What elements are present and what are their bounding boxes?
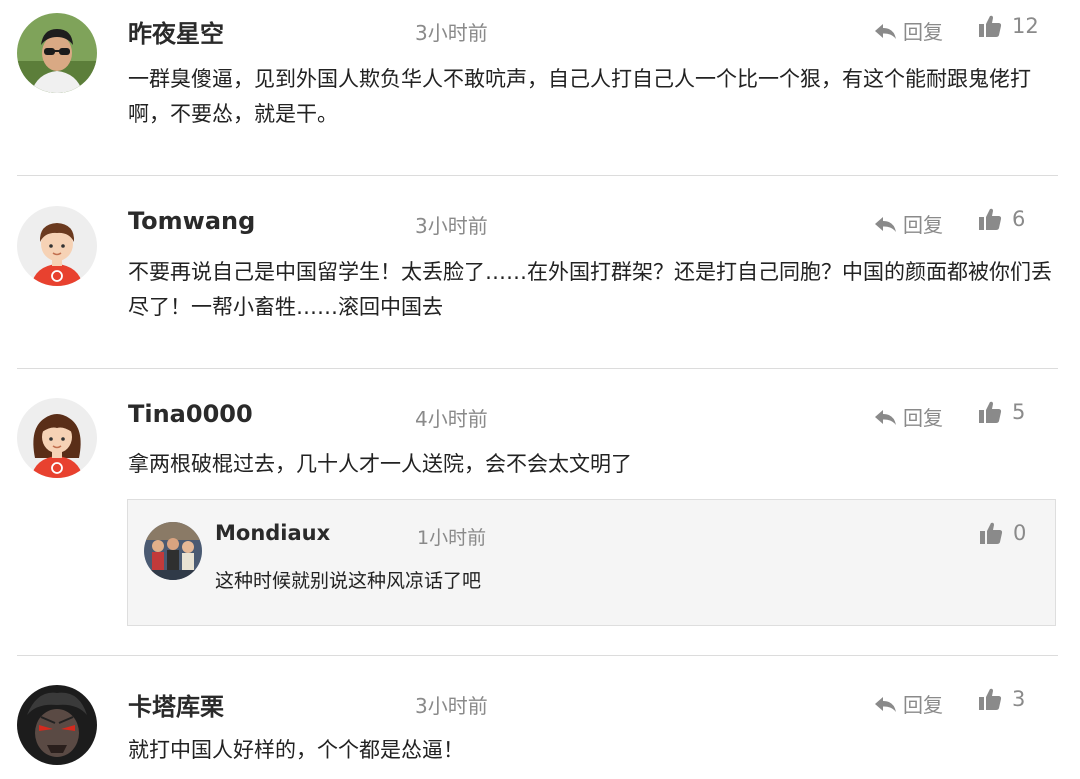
timestamp: 3小时前 <box>415 694 488 718</box>
reply-arrow-icon <box>875 696 896 712</box>
comment-text: 就打中国人好样的，个个都是怂逼！ <box>128 738 464 762</box>
thumbs-up-icon <box>979 688 1002 710</box>
like-count: 3 <box>1012 687 1026 711</box>
comment-item: 卡塔库栗 3小时前 回复 3 就打中国人好样的，个个都是怂逼！ <box>0 0 1080 779</box>
reply-label: 回复 <box>903 693 943 717</box>
reply-button[interactable]: 回复 <box>873 689 943 718</box>
avatar[interactable] <box>17 685 97 765</box>
username[interactable]: 卡塔库栗 <box>128 687 224 722</box>
like-button[interactable]: 3 <box>978 687 1025 711</box>
